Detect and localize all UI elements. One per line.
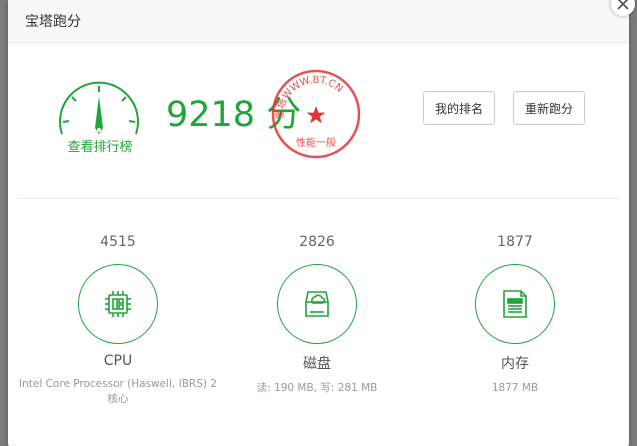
speedometer-icon[interactable] — [54, 78, 144, 138]
dialog-title: 宝塔跑分 — [25, 14, 81, 30]
close-icon — [617, 0, 629, 10]
dialog-header: 宝塔跑分 — [8, 0, 629, 43]
metric-cpu: 4515 CPU Intel Core Processor (Haswell, … — [18, 232, 218, 407]
cpu-description: Intel Core Processor (Haswell, IBRS) 2 核… — [19, 378, 217, 405]
cpu-label: CPU — [103, 353, 133, 369]
disk-drive-icon — [277, 264, 357, 344]
cpu-chip-icon — [78, 264, 158, 344]
disk-description: 读: 190 MB, 写: 281 MB — [256, 382, 378, 394]
metric-memory: 1877 内存 1877 MB — [415, 232, 615, 396]
cpu-score: 4515 — [100, 234, 136, 250]
disk-score: 2826 — [299, 234, 335, 250]
seal-bottom-text: 性能一般 — [296, 136, 336, 149]
divider — [18, 198, 620, 199]
memory-label: 内存 — [501, 356, 529, 372]
metric-disk: 2826 磁盘 读: 190 MB, 写: 281 MB — [217, 232, 417, 396]
memory-description: 1877 MB — [491, 382, 539, 394]
memory-icon — [475, 264, 555, 344]
performance-seal-stamp: 宝塔WWW.BT.CN 性能一般 — [270, 68, 362, 160]
view-leaderboard-link[interactable]: 查看排行榜 — [48, 136, 152, 155]
memory-score: 1877 — [497, 234, 533, 250]
disk-label: 磁盘 — [303, 356, 331, 372]
rerun-benchmark-button[interactable]: 重新跑分 — [513, 91, 585, 125]
my-rank-button[interactable]: 我的排名 — [423, 91, 495, 125]
benchmark-dialog: 宝塔跑分 查看排行榜 9218 分 宝塔WWW.BT.CN 性能一般 我的排名 … — [8, 0, 629, 446]
